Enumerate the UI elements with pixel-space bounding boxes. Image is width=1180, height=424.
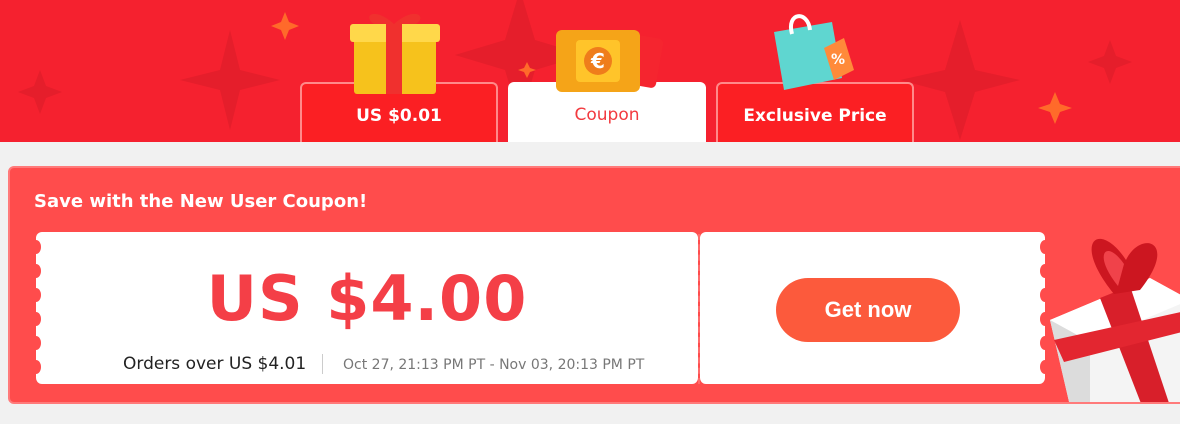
- coupon-condition: Orders over US $4.01: [123, 354, 307, 374]
- coupon-cta-stub: Get now: [700, 232, 1045, 384]
- euro-coupon-icon: €: [556, 30, 664, 92]
- scallop: [31, 240, 41, 254]
- svg-text:€: €: [590, 49, 605, 73]
- scallop: [31, 360, 41, 374]
- gift-box-icon: [350, 13, 440, 94]
- coupon-validity: Oct 27, 21:13 PM PT - Nov 03, 20:13 PM P…: [343, 357, 645, 373]
- scallop: [31, 264, 41, 278]
- tab-label: US $0.01: [356, 106, 442, 126]
- svg-text:%: %: [831, 52, 845, 68]
- top-banner: US $0.01 Coupon € Exclusive Price %: [0, 0, 1180, 142]
- scallop: [31, 312, 41, 326]
- coupon-card: US $4.00 Orders over US $4.01 Oct 27, 21…: [36, 232, 698, 384]
- shopping-bag-percent-icon: %: [774, 14, 854, 90]
- coupon-amount: US $4.00: [206, 262, 528, 335]
- tab-label: Coupon: [574, 105, 640, 125]
- scallop: [31, 336, 41, 350]
- scallop: [31, 288, 41, 302]
- present-decoration-icon: [1050, 238, 1180, 402]
- get-now-button[interactable]: Get now: [776, 278, 960, 342]
- tab-label: Exclusive Price: [743, 106, 887, 126]
- panel-title: Save with the New User Coupon!: [34, 191, 368, 212]
- divider: [322, 354, 323, 374]
- new-user-coupon-panel: Save with the New User Coupon! US $4.00 …: [8, 166, 1180, 404]
